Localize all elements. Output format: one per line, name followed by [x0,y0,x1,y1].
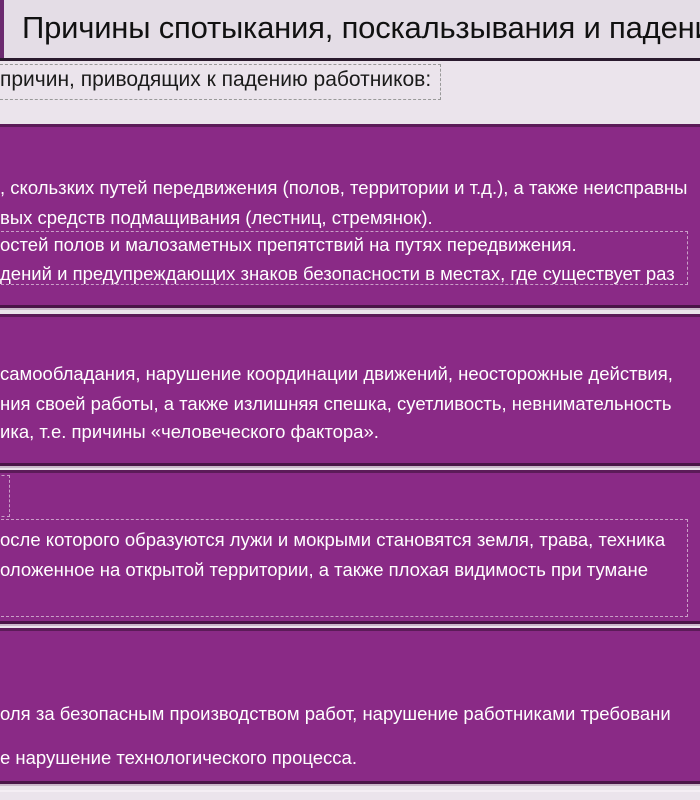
section-band-4: оля за безопасным производством работ, н… [0,628,700,784]
section-1-line-2: вых средств подмащивания (лестниц, стрем… [0,207,433,228]
section-4-line-2: е нарушение технологического процесса. [0,747,357,768]
slide-subtitle: причин, приводящих к падению работников: [0,68,432,91]
section-3-marker-frame [0,475,10,517]
section-3-line-2: оложенное на открытой территории, а такж… [0,559,649,580]
section-band-2: самообладания, нарушение координации дви… [0,314,700,466]
section-2-line-2: ния своей работы, а также излишняя спешк… [0,393,672,414]
bottom-divider [0,790,700,792]
section-2-line-3: ика, т.е. причины «человеческого фактора… [0,421,379,442]
section-1-line-1: , скользких путей передвижения (полов, т… [0,177,688,198]
section-1-line-3: остей полов и малозаметных препятствий н… [0,234,577,255]
section-3-line-1: осле которого образуются лужи и мокрыми … [0,529,666,550]
section-2-line-1: самообладания, нарушение координации дви… [0,363,673,384]
title-bar: Причины спотыкания, поскальзывания и пад… [0,0,700,61]
section-band-1: , скользких путей передвижения (полов, т… [0,124,700,308]
title-accent [0,0,4,58]
section-band-3: осле которого образуются лужи и мокрыми … [0,470,700,624]
slide-title: Причины спотыкания, поскальзывания и пад… [22,10,700,45]
section-1-line-4: дений и предупреждающих знаков безопасно… [0,263,675,284]
slide: Причины спотыкания, поскальзывания и пад… [0,0,700,800]
section-4-line-1: оля за безопасным производством работ, н… [0,703,671,724]
